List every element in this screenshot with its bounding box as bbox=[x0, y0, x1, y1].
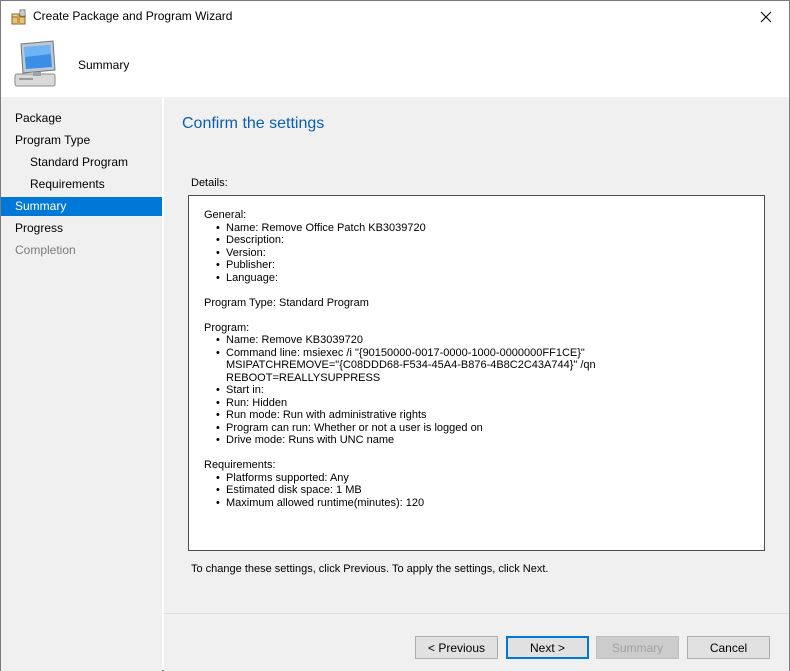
details-item: Drive mode: Runs with UNC name bbox=[216, 434, 749, 447]
details-item: Run mode: Run with administrative rights bbox=[216, 409, 749, 422]
details-program-type: Program Type: Standard Program bbox=[204, 296, 369, 309]
package-icon bbox=[11, 9, 27, 25]
window-title: Create Package and Program Wizard bbox=[33, 9, 233, 23]
close-icon bbox=[760, 11, 772, 22]
wizard-nav: Package Program Type Standard Program Re… bbox=[1, 97, 162, 671]
details-item: Language: bbox=[216, 272, 749, 285]
nav-item-standard-program[interactable]: Standard Program bbox=[1, 153, 162, 172]
content-panel: Confirm the settings Details: General: N… bbox=[164, 97, 789, 613]
footer-hint: To change these settings, click Previous… bbox=[191, 563, 549, 575]
details-label: Details: bbox=[191, 177, 228, 189]
summary-button: Summary bbox=[596, 636, 679, 659]
cancel-button[interactable]: Cancel bbox=[687, 636, 770, 659]
details-program-heading: Program: bbox=[204, 321, 250, 334]
details-item: Description: bbox=[216, 234, 749, 247]
wizard-header: Summary bbox=[1, 32, 789, 96]
wizard-window: Create Package and Program Wizard Summar… bbox=[0, 0, 790, 671]
details-item: Platforms supported: Any bbox=[216, 472, 749, 485]
nav-item-completion: Completion bbox=[15, 243, 76, 257]
details-item: Name: Remove Office Patch KB3039720 bbox=[216, 222, 749, 235]
nav-item-package[interactable]: Package bbox=[1, 109, 162, 128]
previous-button[interactable]: < Previous bbox=[415, 636, 498, 659]
close-button[interactable] bbox=[743, 1, 789, 32]
nav-item-progress[interactable]: Progress bbox=[1, 219, 162, 238]
details-item: Maximum allowed runtime(minutes): 120 bbox=[216, 497, 749, 510]
details-program: Program: Name: Remove KB3039720 Command … bbox=[204, 322, 749, 447]
details-requirements: Requirements: Platforms supported: Any E… bbox=[204, 459, 749, 509]
details-item: Program can run: Whether or not a user i… bbox=[216, 422, 749, 435]
title-bar: Create Package and Program Wizard bbox=[1, 1, 789, 32]
details-item: Run: Hidden bbox=[216, 397, 749, 410]
details-general: General: Name: Remove Office Patch KB303… bbox=[204, 209, 749, 284]
nav-item-requirements[interactable]: Requirements bbox=[1, 175, 162, 194]
nav-item-program-type[interactable]: Program Type bbox=[1, 131, 162, 150]
details-requirements-heading: Requirements: bbox=[204, 459, 276, 471]
details-item: Version: bbox=[216, 247, 749, 260]
page-title: Summary bbox=[78, 58, 130, 72]
details-item: Start in: bbox=[216, 384, 749, 397]
details-textbox[interactable]: General: Name: Remove Office Patch KB303… bbox=[188, 195, 765, 551]
details-item: Estimated disk space: 1 MB bbox=[216, 484, 749, 497]
button-bar: < Previous Next > Summary Cancel bbox=[164, 613, 789, 671]
content-title: Confirm the settings bbox=[182, 115, 325, 132]
computer-icon bbox=[9, 38, 63, 92]
details-item: Publisher: bbox=[216, 259, 749, 272]
next-button[interactable]: Next > bbox=[506, 636, 589, 659]
details-item: Name: Remove KB3039720 bbox=[216, 334, 749, 347]
details-item: Command line: msiexec /i "{90150000-0017… bbox=[216, 347, 749, 385]
details-general-heading: General: bbox=[204, 209, 247, 221]
nav-item-summary[interactable]: Summary bbox=[1, 197, 162, 216]
